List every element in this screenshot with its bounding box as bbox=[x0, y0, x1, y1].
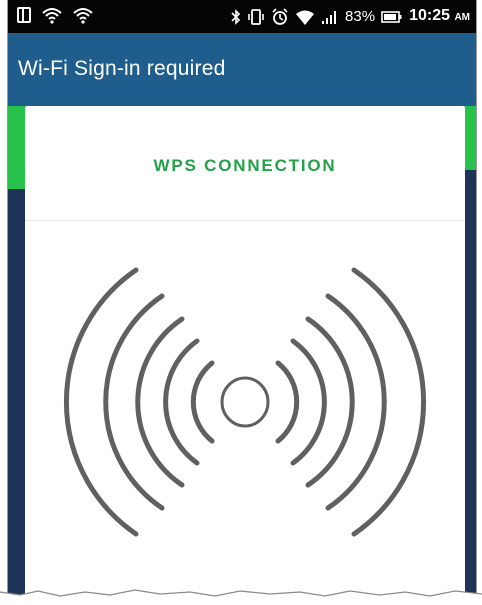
accent-strip-left bbox=[8, 106, 25, 189]
app-bar: Wi-Fi Sign-in required bbox=[8, 33, 476, 106]
alarm-icon bbox=[272, 8, 288, 25]
status-bar-right: 83% 10:25 AM bbox=[231, 6, 470, 28]
card-title: WPS CONNECTION bbox=[153, 156, 337, 175]
wifi-icon bbox=[42, 8, 62, 24]
battery-icon bbox=[381, 11, 402, 23]
battery-percent: 83% bbox=[345, 8, 376, 25]
wps-signal-icon bbox=[63, 267, 427, 537]
cell-signal-icon bbox=[322, 11, 337, 24]
wifi-icon bbox=[73, 8, 93, 24]
page-title: Wi-Fi Sign-in required bbox=[18, 57, 226, 80]
status-bar: 83% 10:25 AM bbox=[8, 0, 476, 33]
torn-edge bbox=[0, 589, 482, 605]
wps-card[interactable]: WPS CONNECTION bbox=[25, 106, 465, 600]
screenshot-icon bbox=[17, 7, 31, 23]
accent-strip-right bbox=[464, 106, 476, 170]
phone-screen: 83% 10:25 AM Wi-Fi Sign-in required WPS … bbox=[7, 0, 477, 600]
wifi-signal-icon bbox=[296, 10, 315, 25]
clock-time: 10:25 bbox=[409, 7, 450, 24]
bluetooth-icon bbox=[231, 9, 241, 25]
card-header: WPS CONNECTION bbox=[25, 106, 465, 221]
status-bar-left bbox=[16, 6, 94, 24]
vibrate-icon bbox=[248, 9, 264, 25]
clock-ampm: AM bbox=[454, 12, 470, 23]
clock: 10:25 AM bbox=[409, 6, 470, 28]
